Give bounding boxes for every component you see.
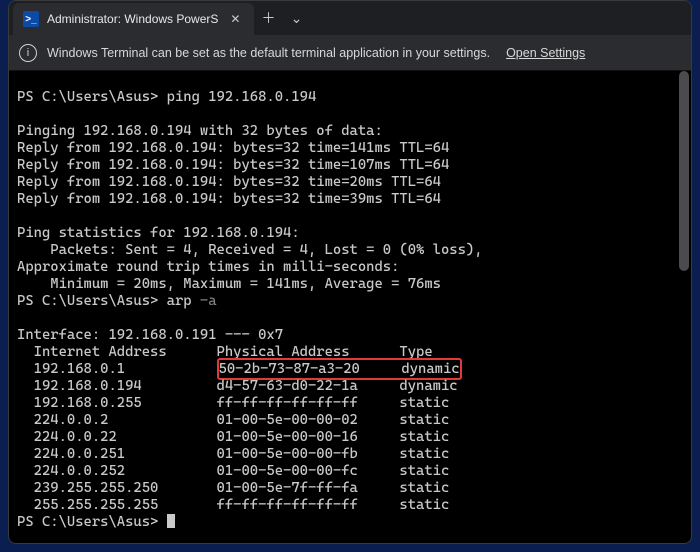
tab-powershell[interactable]: >_ Administrator: Windows PowerS ✕ (13, 3, 254, 35)
ping-header: Pinging 192.168.0.194 with 32 bytes of d… (17, 123, 383, 139)
arp-row: 224.0.0.252 01-00-5e-00-00-fc static (17, 463, 449, 479)
command-arp-flag: -a (200, 293, 217, 309)
ping-reply: Reply from 192.168.0.194: bytes=32 time=… (17, 140, 449, 156)
command-ping: ping 192.168.0.194 (167, 89, 317, 105)
command-arp: arp (167, 293, 200, 309)
new-tab-button[interactable]: ＋ (254, 1, 282, 35)
arp-row: 192.168.0.1 (17, 361, 217, 377)
ping-rtt-values: Minimum = 20ms, Maximum = 141ms, Average… (17, 276, 441, 292)
arp-row: 255.255.255.255 ff-ff-ff-ff-ff-ff static (17, 497, 449, 513)
arp-row: 224.0.0.251 01-00-5e-00-00-fb static (17, 446, 449, 462)
ping-stats-packets: Packets: Sent = 4, Received = 4, Lost = … (17, 242, 483, 258)
arp-row: 239.255.255.250 01-00-5e-7f-ff-fa static (17, 480, 449, 496)
arp-row: 224.0.0.22 01-00-5e-00-00-16 static (17, 429, 449, 445)
default-terminal-infobar: i Windows Terminal can be set as the def… (9, 35, 691, 71)
open-settings-link[interactable]: Open Settings (506, 46, 585, 60)
scrollbar[interactable] (679, 71, 689, 537)
ping-reply: Reply from 192.168.0.194: bytes=32 time=… (17, 174, 441, 190)
arp-row-highlighted: 50-2b-73-87-a3-20 dynamic (217, 358, 462, 380)
terminal-output[interactable]: PS C:\Users\Asus> ping 192.168.0.194 Pin… (9, 71, 691, 543)
prompt: PS C:\Users\Asus> (17, 514, 167, 530)
titlebar: >_ Administrator: Windows PowerS ✕ ＋ ⌄ (9, 1, 691, 35)
powershell-icon: >_ (23, 11, 39, 27)
infobar-message: Windows Terminal can be set as the defau… (47, 46, 490, 60)
ping-rtt-header: Approximate round trip times in milli-se… (17, 259, 399, 275)
ping-reply: Reply from 192.168.0.194: bytes=32 time=… (17, 191, 441, 207)
arp-row: 224.0.0.2 01-00-5e-00-00-02 static (17, 412, 449, 428)
info-icon: i (19, 44, 37, 62)
arp-interface: Interface: 192.168.0.191 --- 0x7 (17, 327, 283, 343)
close-tab-button[interactable]: ✕ (226, 10, 244, 28)
prompt: PS C:\Users\Asus> (17, 89, 167, 105)
terminal-window: >_ Administrator: Windows PowerS ✕ ＋ ⌄ i… (8, 0, 692, 544)
tab-dropdown-button[interactable]: ⌄ (282, 1, 310, 35)
ping-reply: Reply from 192.168.0.194: bytes=32 time=… (17, 157, 449, 173)
tab-title: Administrator: Windows PowerS (47, 12, 218, 26)
prompt: PS C:\Users\Asus> (17, 293, 167, 309)
cursor (167, 514, 175, 528)
ping-stats-header: Ping statistics for 192.168.0.194: (17, 225, 300, 241)
arp-row: 192.168.0.194 d4-57-63-d0-22-1a dynamic (17, 378, 458, 394)
scrollbar-thumb[interactable] (679, 71, 689, 271)
arp-row: 192.168.0.255 ff-ff-ff-ff-ff-ff static (17, 395, 449, 411)
